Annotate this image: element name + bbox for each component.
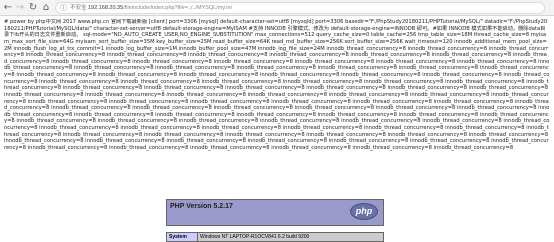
table-row-key: System — [166, 232, 198, 242]
included-file-content: # power by php中文网 2017 www.php.cn 官网下载最新… — [4, 19, 550, 151]
address-bar[interactable]: ⓘ 不安全 192.168.20.35/fileinclude/index.ph… — [55, 2, 545, 14]
url-text[interactable]: 192.168.20.35/fileinclude/index.php?file… — [88, 4, 232, 13]
browser-toolbar: ← → ↻ ⌂ ⓘ 不安全 192.168.20.35/fileinclude/… — [0, 0, 554, 16]
warning-icon[interactable]: ⓘ — [60, 4, 67, 13]
phpinfo-header: PHP Version 5.2.17 php — [166, 199, 384, 226]
php-logo-text: php — [355, 206, 373, 216]
back-arrow-icon[interactable]: ← — [2, 2, 14, 14]
php-logo: php — [350, 203, 378, 220]
table-row-value: Windows NT LAPTOP-R1OCV841 6.2 build 920… — [198, 232, 384, 242]
phpinfo-table: System Windows NT LAPTOP-R1OCV841 6.2 bu… — [166, 232, 384, 242]
url-path: /fileinclude/index.php?file=../../MYSQL/… — [123, 5, 232, 11]
home-icon[interactable]: ⌂ — [40, 2, 52, 14]
forward-arrow-icon[interactable]: → — [14, 2, 26, 14]
reload-icon[interactable]: ↻ — [27, 2, 39, 14]
address-divider — [84, 5, 85, 12]
php-version-title: PHP Version 5.2.17 — [170, 203, 233, 210]
url-host: 192.168.20.35 — [88, 5, 124, 11]
